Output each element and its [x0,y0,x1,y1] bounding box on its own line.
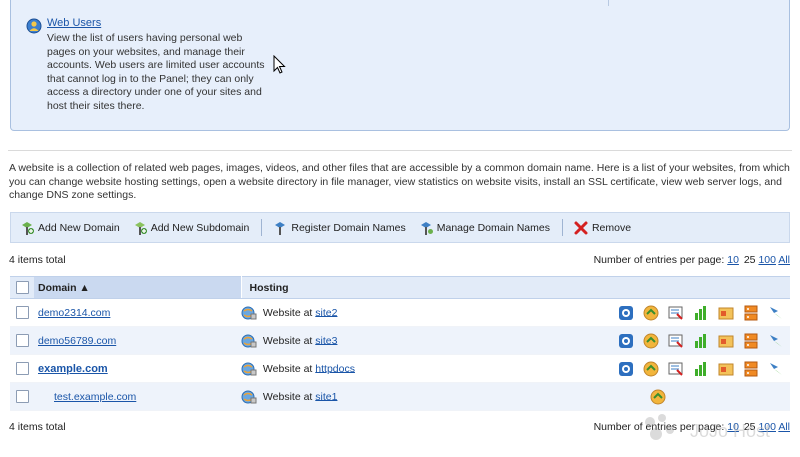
items-total-top: 4 items total [9,254,66,266]
row-checkbox[interactable] [16,306,29,319]
file-manager-icon[interactable] [650,389,666,405]
open-in-browser-icon[interactable] [618,361,634,377]
mouse-cursor-icon [273,55,286,74]
register-domain-names-label: Register Domain Names [291,221,406,234]
open-in-browser-icon[interactable] [618,333,634,349]
hosting-site-link[interactable]: httpdocs [315,362,355,374]
web-server-logs-icon[interactable] [718,305,734,321]
select-all-header [10,276,34,299]
add-new-subdomain-button[interactable]: Add New Subdomain [132,220,250,236]
website-icon [241,390,257,403]
domain-link[interactable]: test.example.com [54,391,136,403]
entries-per-page-top: Number of entries per page: 10 25 100 Al… [594,254,790,266]
remove-label: Remove [591,221,632,234]
remove-x-icon [574,221,588,234]
website-icon [241,306,257,319]
file-manager-icon[interactable] [643,305,659,321]
hosting-site-link[interactable]: site2 [315,306,337,318]
web-users-icon [26,18,42,34]
domain-link[interactable]: demo56789.com [38,335,116,347]
statistics-icon[interactable] [693,333,709,349]
hosting-site-link[interactable]: site1 [315,390,337,402]
statistics-icon[interactable] [693,361,709,377]
domain-header-label: Domain ▲ [38,281,90,294]
per-page-100-link[interactable]: 100 [758,254,776,266]
hosting-settings-icon[interactable] [768,305,784,321]
manage-domain-names-button[interactable]: Manage Domain Names [418,220,550,236]
statistics-icon[interactable] [693,305,709,321]
web-server-logs-icon[interactable] [718,333,734,349]
dns-settings-icon[interactable] [743,305,759,321]
row-checkbox[interactable] [16,390,29,403]
domain-link[interactable]: demo2314.com [38,307,110,319]
ssl-certificate-icon[interactable] [668,305,684,321]
domains-toolbar: Add New Domain Add New Subdomain Registe… [10,212,790,243]
web-users-description: View the list of users having personal w… [47,32,265,112]
domain-link[interactable]: example.com [38,363,108,375]
ssl-certificate-icon[interactable] [668,361,684,377]
watermark-logo-icon [645,414,674,440]
register-domain-icon [275,221,286,235]
per-page-all-link[interactable]: All [778,254,790,266]
per-page-label: Number of entries per page: [593,254,725,266]
remove-button[interactable]: Remove [573,220,631,236]
hosting-prefix: Website at [262,334,313,347]
per-page-all-link[interactable]: All [778,421,790,433]
hosting-settings-icon[interactable] [768,333,784,349]
manage-domain-icon [420,221,433,235]
hosting-column-header[interactable]: Hosting [241,276,477,299]
file-manager-icon[interactable] [643,361,659,377]
dns-settings-icon[interactable] [743,333,759,349]
hosting-prefix: Website at [262,306,313,319]
open-in-browser-icon[interactable] [618,305,634,321]
file-manager-icon[interactable] [643,333,659,349]
website-icon [241,362,257,375]
domains-table: Domain ▲ Hosting demo2314.com Website at… [10,276,790,411]
row-checkbox[interactable] [16,334,29,347]
toolbar-separator [561,219,563,236]
toolbar-separator [261,219,263,236]
hosting-prefix: Website at [262,390,313,403]
add-subdomain-icon [134,221,147,235]
section-separator [8,150,792,151]
hosting-settings-icon[interactable] [768,361,784,377]
per-page-10-link[interactable]: 10 [727,254,739,266]
per-page-25-current: 25 [743,254,756,266]
row-checkbox[interactable] [16,362,29,375]
actions-column-header [477,276,790,299]
hosting-site-link[interactable]: site3 [315,334,337,346]
web-server-logs-icon[interactable] [718,361,734,377]
ssl-certificate-icon[interactable] [668,333,684,349]
table-row: demo2314.com Website at site2 [10,298,790,327]
web-users-panel: Web Users View the list of users having … [10,0,790,131]
add-new-domain-button[interactable]: Add New Domain [19,220,120,236]
websites-intro-text: A website is a collection of related web… [9,162,790,201]
items-total-bottom: 4 items total [9,421,66,433]
table-row: test.example.com Website at site1 [10,382,790,411]
hosting-header-label: Hosting [249,281,289,294]
add-new-domain-label: Add New Domain [38,221,120,234]
dns-settings-icon[interactable] [743,361,759,377]
table-row: example.com Website at httpdocs [10,354,790,383]
manage-domain-names-label: Manage Domain Names [436,221,550,234]
watermark-text: JoJo Host [690,421,771,441]
register-domain-names-button[interactable]: Register Domain Names [272,220,406,236]
table-header: Domain ▲ Hosting [10,276,790,299]
table-row: demo56789.com Website at site3 [10,326,790,355]
website-icon [241,334,257,347]
web-users-link[interactable]: Web Users [47,17,101,29]
add-domain-icon [22,221,34,235]
select-all-checkbox[interactable] [16,281,29,294]
domain-column-header[interactable]: Domain ▲ [34,276,242,299]
add-new-subdomain-label: Add New Subdomain [150,221,250,234]
hosting-prefix: Website at [262,362,313,375]
panel-divider [608,0,609,6]
